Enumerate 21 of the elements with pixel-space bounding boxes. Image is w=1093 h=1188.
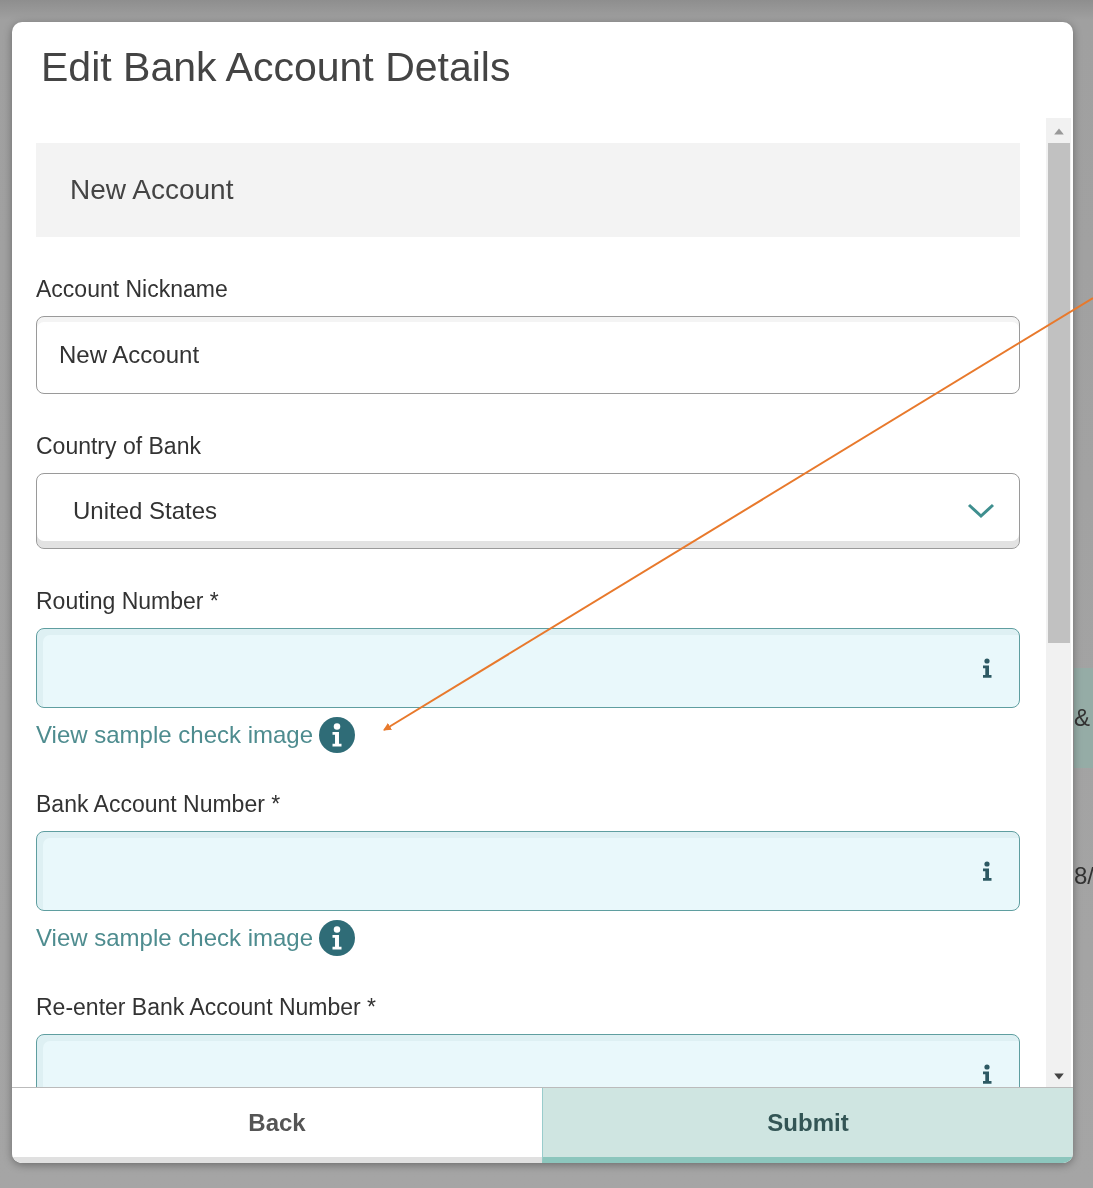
- chevron-down-icon: [967, 503, 995, 519]
- field-label: Bank Account Number *: [36, 790, 282, 819]
- back-button[interactable]: Back: [12, 1088, 542, 1163]
- section-heading: New Account: [36, 143, 1020, 237]
- field-label: Country of Bank: [36, 432, 202, 461]
- info-icon[interactable]: [319, 717, 356, 753]
- scrollbar[interactable]: [1046, 118, 1071, 1087]
- field-label: Re-enter Bank Account Number *: [36, 993, 378, 1022]
- background-text: &: [1074, 668, 1093, 768]
- submit-button[interactable]: Submit: [542, 1088, 1073, 1163]
- field-label: Routing Number *: [36, 587, 220, 616]
- text-field[interactable]: New Account: [36, 316, 1020, 394]
- dialog-title: Edit Bank Account Details: [41, 44, 511, 90]
- input-field[interactable]: [36, 831, 1020, 911]
- field-label: Account Nickname: [36, 275, 229, 304]
- input-field[interactable]: [36, 628, 1020, 708]
- country-dropdown[interactable]: United States: [36, 473, 1020, 549]
- scrollbar-thumb[interactable]: [1047, 143, 1070, 643]
- sample-check-link[interactable]: View sample check image: [36, 721, 314, 749]
- info-icon[interactable]: [319, 920, 356, 956]
- sample-check-link[interactable]: View sample check image: [36, 924, 314, 952]
